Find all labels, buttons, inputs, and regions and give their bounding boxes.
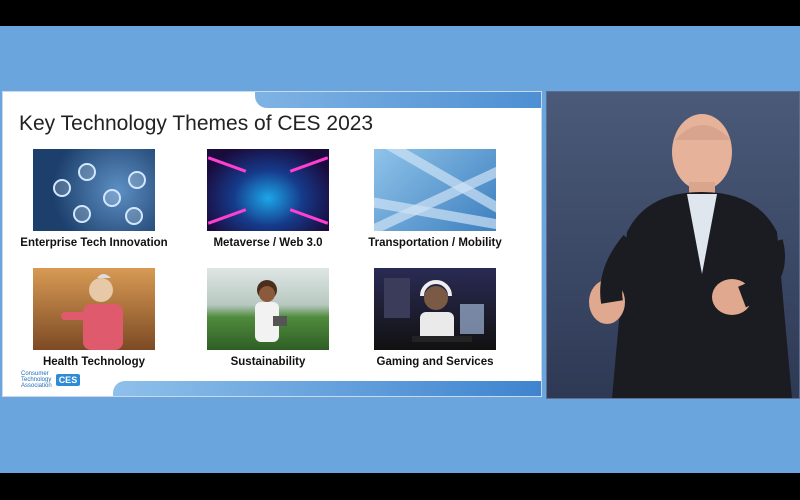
theme-transportation: Transportation / Mobility <box>360 149 510 249</box>
theme-caption: Metaverse / Web 3.0 <box>213 237 323 249</box>
theme-caption: Transportation / Mobility <box>368 237 502 249</box>
enterprise-tech-image <box>33 149 155 231</box>
theme-caption: Enterprise Tech Innovation <box>20 237 168 249</box>
speaker-figure <box>589 114 792 398</box>
theme-gaming: Gaming and Services <box>360 268 510 368</box>
sustainability-image <box>207 268 329 350</box>
cta-ces-logo: Consumer Technology Association CES <box>21 371 81 389</box>
gaming-image <box>374 268 496 350</box>
slide-top-band <box>255 92 541 108</box>
slide-title: Key Technology Themes of CES 2023 <box>19 112 374 135</box>
letterbox-bottom <box>0 473 800 500</box>
theme-caption: Sustainability <box>230 356 306 368</box>
ces-logo: CES <box>55 374 81 386</box>
letterbox-top <box>0 0 800 26</box>
slide-bottom-band <box>113 381 541 396</box>
theme-health: Health Technology <box>19 268 169 368</box>
transportation-image <box>374 149 496 231</box>
theme-metaverse: Metaverse / Web 3.0 <box>193 149 343 249</box>
theme-sustainability: Sustainability <box>193 268 343 368</box>
health-tech-image <box>33 268 155 350</box>
metaverse-image <box>207 149 329 231</box>
theme-caption: Health Technology <box>42 356 146 368</box>
theme-enterprise: Enterprise Tech Innovation <box>19 149 169 249</box>
speaker-video <box>546 91 800 399</box>
cta-logo-text: Consumer Technology Association <box>21 371 52 389</box>
theme-caption: Gaming and Services <box>376 356 494 368</box>
presentation-slide: Key Technology Themes of CES 2023 Enterp… <box>2 91 542 397</box>
